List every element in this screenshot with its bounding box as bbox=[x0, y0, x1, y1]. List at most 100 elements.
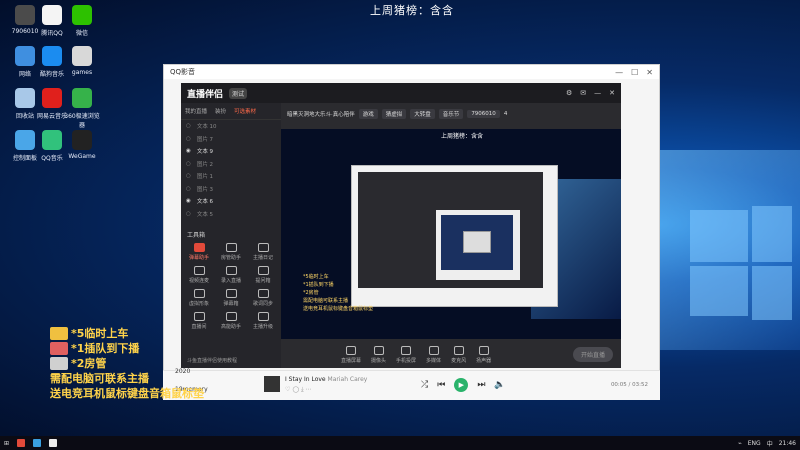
bottom-tool-icon bbox=[453, 345, 464, 355]
layer-row[interactable]: ◉ 文本 6 bbox=[181, 195, 281, 208]
desktop-icon-image bbox=[72, 130, 92, 150]
bottom-tool-button[interactable]: 麦克风 bbox=[451, 345, 466, 364]
layer-row[interactable]: ○ 图片 7 bbox=[181, 133, 281, 146]
tool-button[interactable]: 主播日记 bbox=[247, 243, 279, 261]
tool-icon bbox=[225, 266, 237, 275]
layer-name: 图片 7 bbox=[196, 136, 214, 143]
eye-off-icon[interactable]: ○ bbox=[186, 161, 191, 167]
preview-overlay-line: *5临时上车 bbox=[303, 274, 329, 280]
eye-off-icon[interactable]: ○ bbox=[186, 123, 191, 129]
maximize-button[interactable]: ☐ bbox=[631, 68, 638, 77]
eye-off-icon[interactable]: ○ bbox=[186, 136, 191, 142]
desktop-icon-image bbox=[42, 130, 62, 150]
bottom-tool-button[interactable]: 多媒体 bbox=[426, 345, 441, 364]
bottom-tool-button[interactable]: 扬声器 bbox=[476, 345, 491, 364]
minimize-button[interactable]: — bbox=[615, 68, 623, 77]
tool-icon bbox=[257, 289, 269, 298]
close-button[interactable]: ✕ bbox=[646, 68, 653, 77]
tool-button[interactable]: 歌词同步 bbox=[247, 289, 279, 307]
eye-off-icon[interactable]: ○ bbox=[186, 211, 191, 217]
tool-button[interactable]: 高能助手 bbox=[215, 312, 247, 330]
tool-button[interactable]: 主播升级 bbox=[247, 312, 279, 330]
layer-name: 文本 10 bbox=[196, 124, 217, 131]
app-logo: 直播伴侣 bbox=[187, 89, 224, 100]
minimize-icon[interactable]: — bbox=[594, 89, 601, 97]
fire-count: 4 bbox=[503, 111, 508, 117]
desktop-icon[interactable]: WeGame bbox=[62, 130, 102, 160]
app-taskbar-icon[interactable] bbox=[49, 439, 58, 447]
app-taskbar-icon[interactable] bbox=[33, 439, 42, 447]
desktop-icon[interactable]: 微信 bbox=[62, 5, 102, 37]
desktop-icon-label: WeGame bbox=[68, 153, 96, 160]
eye-off-icon[interactable]: ○ bbox=[186, 173, 191, 179]
bottom-tool-label: 直播屏幕 bbox=[341, 357, 362, 364]
system-tray: ⌁ ENG 中 21:46 bbox=[738, 439, 796, 448]
layer-row[interactable]: ○ 文本 10 bbox=[181, 120, 281, 133]
tool-button[interactable]: 虚拟形象 bbox=[183, 289, 215, 307]
stream-app-window: 直播伴侣 测试 ⚙ ✉ — ✕ 我的直播 装扮 可选素材 ○ 文本 10 ○ 图片 7… bbox=[181, 83, 621, 368]
volume-icon[interactable]: 🔈 bbox=[494, 380, 505, 390]
clock[interactable]: 21:46 bbox=[779, 440, 796, 447]
gift-icon bbox=[50, 342, 68, 355]
eye-icon[interactable]: ◉ bbox=[186, 198, 191, 204]
eye-off-icon[interactable]: ○ bbox=[186, 186, 191, 192]
tool-button[interactable]: 房管助手 bbox=[215, 243, 247, 261]
tool-button[interactable]: 录入直播 bbox=[215, 266, 247, 284]
tool-button[interactable]: 弹幕箱 bbox=[215, 289, 247, 307]
tab-decor[interactable]: 装扮 bbox=[215, 107, 226, 115]
message-icon[interactable]: ✉ bbox=[580, 89, 586, 97]
overlay-line: *2房管 bbox=[50, 356, 204, 371]
more-icon[interactable]: ⋯ bbox=[306, 386, 312, 393]
desktop-icon-image bbox=[42, 46, 62, 66]
layer-row[interactable]: ○ 文本 5 bbox=[181, 208, 281, 221]
bottom-tool-button[interactable]: 摄像头 bbox=[371, 345, 386, 364]
tab-my-stream[interactable]: 我的直播 bbox=[185, 107, 207, 115]
desktop-icon[interactable]: games bbox=[62, 46, 102, 76]
overlay-line-text: 需配电脑可联系主播 bbox=[50, 372, 149, 385]
next-icon[interactable]: ⏭ bbox=[477, 380, 485, 390]
song-info: I Stay In Love Mariah Carey ♡ ◯ ⤓ ⋯ bbox=[285, 376, 367, 394]
room-id: 7906010 bbox=[467, 110, 500, 118]
tool-icon bbox=[193, 289, 205, 298]
network-icon[interactable]: ⌁ bbox=[738, 440, 742, 447]
start-stream-button[interactable]: 开始直播 bbox=[572, 347, 613, 362]
eye-icon[interactable]: ◉ bbox=[186, 148, 191, 154]
bottom-tool-icon bbox=[428, 345, 439, 355]
desktop-icon-image bbox=[42, 5, 62, 25]
desktop-icon-image bbox=[42, 88, 62, 108]
desktop-icon[interactable]: 360极速浏览器 bbox=[62, 88, 102, 129]
layer-row[interactable]: ○ 图片 1 bbox=[181, 170, 281, 183]
app-taskbar-icon[interactable] bbox=[17, 439, 26, 447]
overlay-line-text: *1插队到下播 bbox=[71, 342, 140, 355]
comment-icon[interactable]: ◯ bbox=[292, 386, 299, 393]
desktop-icon-label: games bbox=[71, 69, 93, 76]
close-icon[interactable]: ✕ bbox=[609, 89, 615, 97]
language-indicator[interactable]: ENG bbox=[748, 440, 761, 447]
tool-button[interactable]: 提问箱 bbox=[247, 266, 279, 284]
main-pane: 暗黑灭洞地大乐斗·真心陪伴 游戏 猜虚拟 大转盘 音乐节 7906010 4 上… bbox=[281, 103, 621, 368]
download-icon[interactable]: ⤓ bbox=[301, 386, 304, 393]
tab-materials[interactable]: 可选素材 bbox=[234, 107, 256, 115]
tool-button[interactable]: 视频连麦 bbox=[183, 266, 215, 284]
play-button[interactable]: ▶ bbox=[454, 378, 469, 392]
info-chip[interactable]: 音乐节 bbox=[438, 109, 464, 119]
tool-label: 主播升级 bbox=[252, 324, 273, 330]
layer-row[interactable]: ○ 图片 3 bbox=[181, 183, 281, 196]
album-cover bbox=[264, 376, 280, 392]
info-chip[interactable]: 大转盘 bbox=[410, 109, 435, 119]
tool-button[interactable]: 弹幕助手 bbox=[183, 243, 215, 261]
shuffle-icon[interactable]: ⤮ bbox=[421, 380, 428, 390]
layer-row[interactable]: ◉ 文本 9 bbox=[181, 145, 281, 158]
prev-icon[interactable]: ⏮ bbox=[437, 380, 445, 390]
info-chip[interactable]: 猜虚拟 bbox=[381, 109, 407, 119]
bottom-tool-button[interactable]: 直播屏幕 bbox=[341, 345, 362, 364]
tab-game[interactable]: 游戏 bbox=[358, 109, 378, 119]
settings-icon[interactable]: ⚙ bbox=[566, 89, 572, 97]
ime-indicator[interactable]: 中 bbox=[767, 439, 773, 448]
layer-name: 图片 3 bbox=[196, 186, 214, 193]
start-icon[interactable]: ⊞ bbox=[4, 440, 9, 447]
taskbar: ⊞ ⌁ ENG 中 21:46 bbox=[0, 436, 800, 450]
like-icon[interactable]: ♡ bbox=[285, 386, 290, 393]
bottom-tool-button[interactable]: 手机投屏 bbox=[396, 345, 416, 364]
layer-row[interactable]: ○ 图片 2 bbox=[181, 158, 281, 171]
